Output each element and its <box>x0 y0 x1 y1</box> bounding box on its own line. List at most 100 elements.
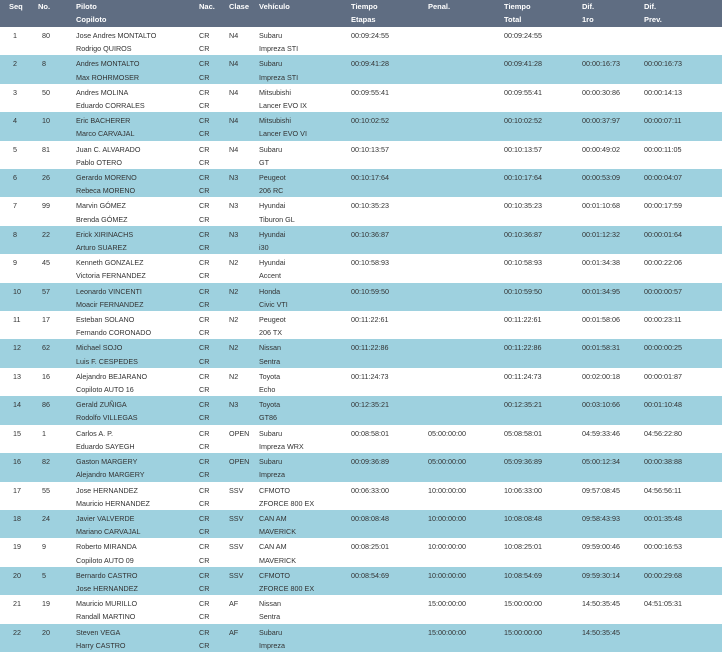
cell-modelo: MAVERICK <box>259 527 297 537</box>
cell-vehiculo: Honda Civic VTI <box>259 282 351 312</box>
header-copiloto-label: Copiloto <box>76 14 107 24</box>
cell-piloto: Jose HERNANDEZ <box>76 485 138 495</box>
cell-tiempo-etapas: 00:08:58:01 <box>351 428 389 438</box>
table-row: 6 26 Gerardo MORENO Rebeca MORENO CR CR N3 Peug… <box>0 169 722 198</box>
cell-dif-1ro: 09:59:00:46 <box>582 542 620 552</box>
cell-piloto: Juan C. ALVARADO <box>76 144 141 154</box>
table-row: 15 1 Carlos A. P. Eduardo SAYEGH CR CR OPEN Sub… <box>0 425 722 453</box>
cell-piloto: Erick XIRINACHS <box>76 229 134 239</box>
cell-clase: N4 <box>229 144 239 154</box>
cell-crew: Erick XIRINACHS Arturo SUAREZ <box>76 225 199 255</box>
header-piloto: Piloto Copiloto <box>76 0 199 27</box>
cell-tiempo-etapas <box>351 595 428 623</box>
table-body: 1 80 Jose Andres MONTALTO Rodrigo QUIROS CR C… <box>0 27 722 652</box>
cell-dif-1ro: 14:50:35:45 <box>582 599 620 609</box>
cell-dif-1ro: 00:00:53:09 <box>582 169 644 198</box>
cell-dif-1ro: 00:01:58:06 <box>582 315 620 325</box>
cell-nac: CR CR <box>199 282 229 312</box>
cell-copiloto: Brenda GÓMEZ <box>76 214 128 224</box>
cell-piloto: Alejandro BEJARANO <box>76 371 148 381</box>
cell-copiloto: Rodolfo VILLEGAS <box>76 413 138 423</box>
table-row: 11 17 Esteban SOLANO Fernando CORONADO CR CR N… <box>0 311 722 339</box>
cell-penal: 05:00:00:00 <box>428 428 466 438</box>
table-row: 14 86 Gerald ZUÑIGA Rodolfo VILLEGAS CR CR N3 T… <box>0 396 722 425</box>
cell-piloto: Esteban SOLANO <box>76 315 135 325</box>
cell-dif-1ro: 00:00:30:86 <box>582 87 620 97</box>
cell-tiempo-total: 15:00:00:00 <box>504 599 542 609</box>
cell-crew: Marvin GÓMEZ Brenda GÓMEZ <box>76 197 199 225</box>
cell-copiloto: Luis F. CESPEDES <box>76 356 138 366</box>
cell-seq: 6 <box>0 169 38 198</box>
cell-no: 57 <box>38 282 76 312</box>
cell-modelo: GT <box>259 157 269 167</box>
cell-tiempo-total: 00:10:35:23 <box>504 201 542 211</box>
cell-tiempo-etapas: 00:09:41:28 <box>351 55 428 84</box>
cell-penal: 10:00:00:00 <box>428 509 504 539</box>
cell-vehiculo: Nissan Sentra <box>259 595 351 623</box>
cell-seq: 1 <box>13 31 17 40</box>
cell-nac2: CR <box>199 441 210 451</box>
cell-no: 16 <box>42 371 50 381</box>
cell-penal <box>428 339 504 368</box>
cell-nac: CR CR <box>199 197 229 225</box>
cell-marca: CFMOTO <box>259 570 291 580</box>
cell-crew: Leonardo VINCENTI Moacir FERNANDEZ <box>76 282 199 312</box>
table-row: 12 62 Michael SOJO Luis F. CESPEDES CR CR N2 Ni… <box>0 339 722 368</box>
cell-marca: Peugeot <box>259 173 286 183</box>
cell-modelo: Civic VTI <box>259 299 288 309</box>
cell-tiempo-total: 10:08:54:69 <box>504 566 582 596</box>
cell-clase: N2 <box>229 282 259 312</box>
cell-tiempo-etapas: 00:10:17:64 <box>351 169 428 198</box>
cell-marca: Mitsubishi <box>259 116 291 126</box>
header-tiempo-etapas-2: Etapas <box>351 14 376 24</box>
table-row: 18 24 Javier VALVERDE Mariano CARVAJAL CR CR S… <box>0 509 722 539</box>
header-dif-prev-1: Dif. <box>644 2 657 11</box>
cell-tiempo-etapas: 00:11:24:73 <box>351 371 389 381</box>
cell-nac2: CR <box>199 271 210 281</box>
cell-crew: Javier VALVERDE Mariano CARVAJAL <box>76 509 199 539</box>
header-tiempo-etapas: Tiempo Etapas <box>351 0 428 27</box>
cell-dif-prev: 00:00:29:68 <box>644 566 722 596</box>
cell-marca: Toyota <box>259 400 281 410</box>
cell-vehiculo: CFMOTO ZFORCE 800 EX <box>259 566 351 596</box>
cell-clase: N2 <box>229 339 259 368</box>
cell-copiloto: Mauricio HERNANDEZ <box>76 498 150 508</box>
cell-penal <box>428 112 504 141</box>
cell-clase: N3 <box>229 169 259 198</box>
cell-nac2: CR <box>199 470 210 480</box>
cell-penal <box>428 197 504 225</box>
cell-vehiculo: Nissan Sentra <box>259 339 351 368</box>
cell-dif-1ro: 00:00:37:97 <box>582 112 644 141</box>
cell-dif-1ro: 04:59:33:46 <box>582 428 620 438</box>
cell-nac2: CR <box>199 157 210 167</box>
cell-marca: Hyundai <box>259 258 286 268</box>
cell-piloto: Gaston MARGERY <box>76 457 138 467</box>
cell-nac: CR CR <box>199 311 229 339</box>
cell-crew: Carlos A. P. Eduardo SAYEGH <box>76 425 199 453</box>
cell-seq: 20 <box>0 566 38 596</box>
cell-marca: Subaru <box>259 31 283 40</box>
cell-vehiculo: Subaru Impreza STI <box>259 55 351 84</box>
cell-seq: 5 <box>13 144 17 154</box>
table-row: 17 55 Jose HERNANDEZ Mauricio HERNANDEZ CR CR… <box>0 482 722 510</box>
cell-seq: 15 <box>13 428 21 438</box>
cell-tiempo-etapas: 00:10:02:52 <box>351 112 428 141</box>
cell-copiloto: Rodrigo QUIROS <box>76 44 132 54</box>
cell-tiempo-total: 10:08:25:01 <box>504 542 542 552</box>
cell-tiempo-total: 10:08:08:48 <box>504 509 582 539</box>
cell-nac: CR CR <box>199 595 229 623</box>
table-row: 10 57 Leonardo VINCENTI Moacir FERNANDEZ CR C… <box>0 282 722 312</box>
cell-dif-1ro: 00:00:16:73 <box>582 55 644 84</box>
cell-no: 5 <box>38 566 76 596</box>
cell-nac1: CR <box>199 286 210 296</box>
cell-modelo: Echo <box>259 385 276 395</box>
cell-tiempo-total: 00:10:58:93 <box>504 258 542 268</box>
cell-marca: CAN AM <box>259 513 287 523</box>
cell-nac2: CR <box>199 72 210 82</box>
cell-seq: 17 <box>13 485 21 495</box>
cell-no: 1 <box>42 428 46 438</box>
cell-nac1: CR <box>199 485 210 495</box>
cell-nac1: CR <box>199 513 210 523</box>
cell-seq: 7 <box>13 201 17 211</box>
cell-tiempo-etapas: 00:11:22:61 <box>351 315 389 325</box>
